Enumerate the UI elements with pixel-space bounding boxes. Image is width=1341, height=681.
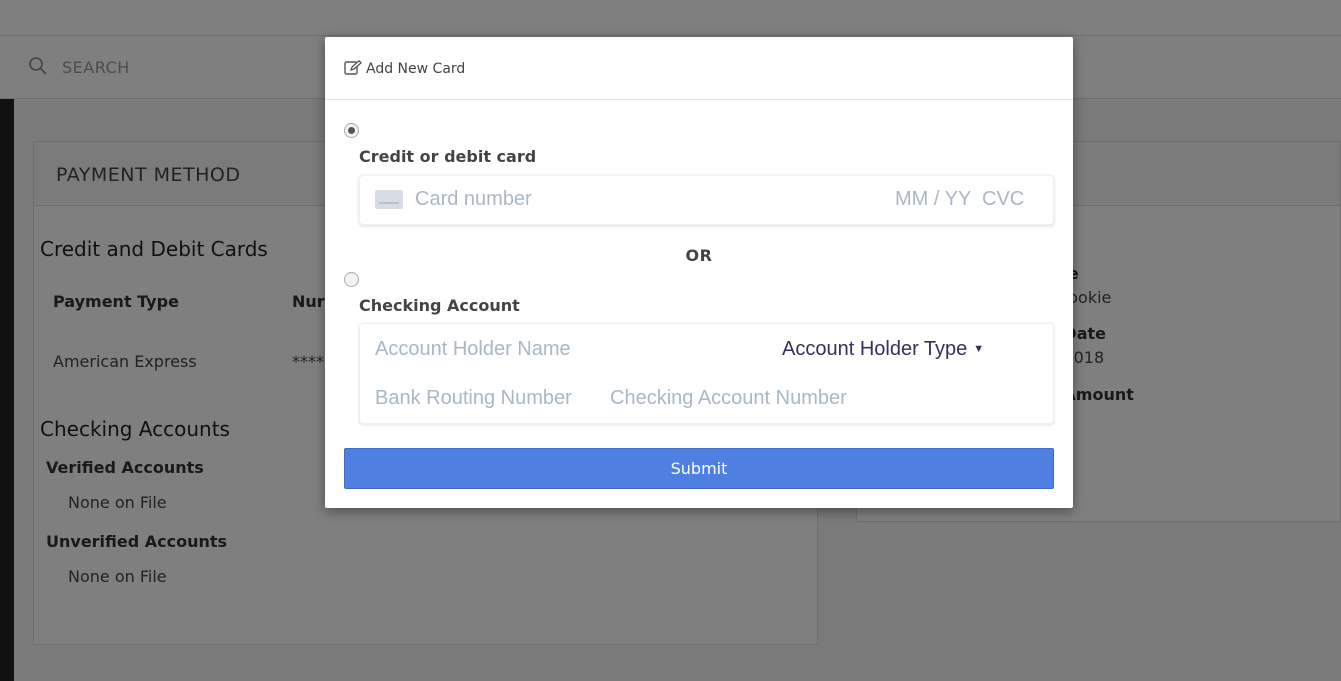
account-holder-name-input[interactable]: Account Holder Name [375,338,571,361]
checking-account-number-input[interactable]: Checking Account Number [610,387,847,410]
card-option-label: Credit or debit card [359,147,537,166]
add-card-modal: Add New Card Credit or debit card Card n… [325,37,1073,508]
radio-selected-dot [348,127,355,134]
modal-header: Add New Card [325,37,1073,100]
card-element[interactable]: Card number MM / YY CVC [359,175,1054,225]
chevron-down-icon: ▼ [973,343,985,355]
edit-icon [344,60,362,75]
account-holder-type-label: Account Holder Type [782,338,968,360]
cvc-input[interactable]: CVC [982,188,1024,211]
bank-option-label: Checking Account [359,296,520,315]
modal-title: Add New Card [366,61,466,77]
bank-element: Account Holder Name Account Holder Type ▼… [359,323,1054,424]
card-option-radio[interactable] [344,123,359,138]
card-number-input[interactable]: Card number [415,188,532,211]
credit-card-icon [375,190,403,209]
submit-button[interactable]: Submit [344,448,1054,489]
or-divider: OR [685,246,713,265]
bank-option-radio[interactable] [344,272,359,287]
routing-number-input[interactable]: Bank Routing Number [375,387,572,410]
expiry-input[interactable]: MM / YY [895,188,971,211]
account-holder-type-select[interactable]: Account Holder Type ▼ [782,338,984,361]
